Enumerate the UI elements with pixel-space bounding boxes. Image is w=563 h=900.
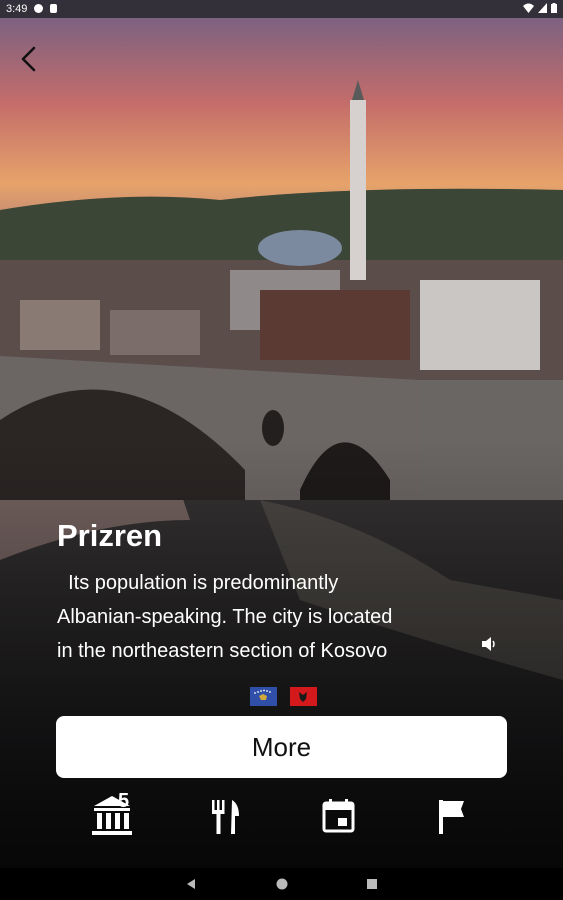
description-line: in the northeastern section of Kosovo xyxy=(57,640,388,662)
more-button[interactable]: More xyxy=(56,716,507,778)
speaker-icon[interactable] xyxy=(480,634,498,654)
bottom-nav xyxy=(0,790,563,850)
calendar-icon[interactable] xyxy=(310,790,366,846)
system-home-icon[interactable] xyxy=(274,876,290,892)
status-bar: 3:49 xyxy=(0,0,563,18)
system-nav-bar xyxy=(0,868,563,900)
status-time: 3:49 xyxy=(6,3,28,15)
place-title: Prizren xyxy=(57,518,163,553)
albania-flag-icon xyxy=(290,687,317,706)
battery-icon xyxy=(551,3,557,13)
description-line: Its population is predominantly xyxy=(57,572,339,594)
system-back-icon[interactable] xyxy=(183,876,199,892)
museum-count-badge: 5 xyxy=(118,790,130,812)
back-arrow-icon[interactable] xyxy=(14,40,44,78)
museum-icon[interactable] xyxy=(86,790,142,846)
wifi-icon xyxy=(523,3,534,13)
sim-icon xyxy=(50,4,57,13)
screen: 3:49 Prizren Its population is predomina… xyxy=(0,0,563,900)
flag-icon[interactable] xyxy=(423,790,479,846)
description-line: Albanian-speaking. The city is located xyxy=(57,606,393,628)
status-right-icons xyxy=(523,3,557,13)
restaurant-icon[interactable] xyxy=(197,790,253,846)
kosovo-flag-icon xyxy=(250,687,277,706)
app-notification-icon xyxy=(34,4,43,13)
place-description: Its population is predominantly Albanian… xyxy=(57,566,457,668)
signal-icon xyxy=(538,3,547,13)
system-recents-icon[interactable] xyxy=(364,876,380,892)
